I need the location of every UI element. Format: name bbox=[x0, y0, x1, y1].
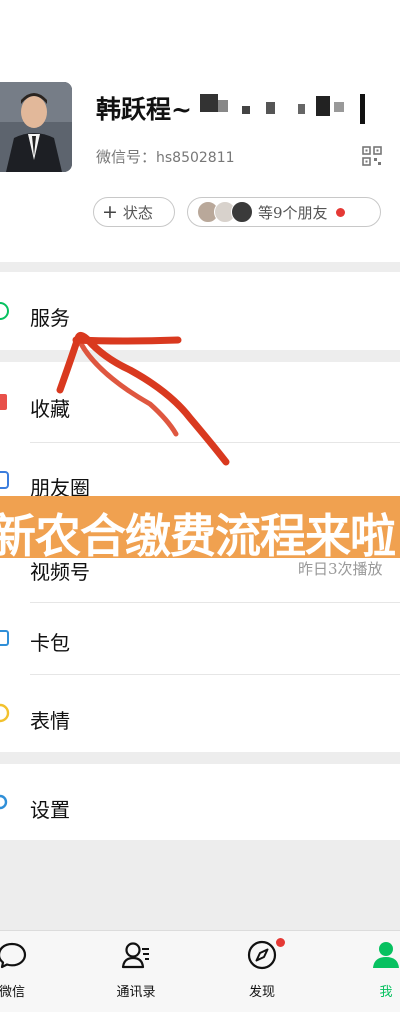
plus-icon: + bbox=[102, 201, 118, 223]
sticker-icon bbox=[0, 703, 10, 723]
services-group: 服务 bbox=[0, 272, 400, 350]
moments-icon bbox=[0, 471, 9, 489]
favorites-icon bbox=[0, 394, 7, 410]
person-icon bbox=[373, 942, 399, 968]
tab-me[interactable]: 我 bbox=[346, 931, 400, 1012]
avatar[interactable] bbox=[0, 82, 72, 172]
tab-label: 微信 bbox=[0, 985, 25, 1000]
friend-avatars bbox=[197, 201, 253, 223]
wechat-id: 微信号：hs8502811 bbox=[96, 146, 235, 167]
card-wallet-icon bbox=[0, 630, 9, 646]
wechat-id-label: 微信号： bbox=[96, 148, 157, 166]
friends-chip-label: 等9个朋友 bbox=[258, 203, 328, 222]
compass-icon bbox=[247, 940, 277, 970]
status-button-label: 状态 bbox=[122, 203, 153, 222]
menu-item-favorites[interactable]: 收藏 bbox=[0, 362, 400, 442]
tab-label: 发现 bbox=[248, 985, 275, 1000]
menu-item-label: 服务 bbox=[30, 306, 70, 330]
menu-item-label: 设置 bbox=[30, 798, 70, 822]
contacts-icon bbox=[121, 942, 149, 969]
discover-unread-dot bbox=[276, 938, 285, 947]
profile-name: 韩跃程~ bbox=[96, 95, 192, 124]
menu-item-services[interactable]: 服务 bbox=[0, 272, 400, 350]
gear-icon bbox=[0, 794, 8, 810]
menu-item-stickers[interactable]: 表情 bbox=[0, 674, 400, 752]
tab-contacts[interactable]: 通讯录 bbox=[96, 931, 176, 1012]
menu-item-label: 收藏 bbox=[30, 397, 70, 421]
add-status-button[interactable]: + 状态 bbox=[93, 197, 175, 227]
wechat-id-value: hs8502811 bbox=[156, 150, 235, 166]
menu-item-settings[interactable]: 设置 bbox=[0, 764, 400, 840]
bottom-tab-bar: 微信 通讯录 发现 我 bbox=[0, 930, 400, 1012]
overlay-caption-text: 新农合缴费流程来啦 bbox=[0, 509, 396, 558]
friends-status-chip[interactable]: 等9个朋友 bbox=[187, 197, 381, 227]
friend-avatar bbox=[231, 201, 253, 223]
menu-item-cards[interactable]: 卡包 bbox=[0, 602, 400, 682]
tab-chats[interactable]: 微信 bbox=[0, 931, 52, 1012]
chat-bubble-icon bbox=[0, 942, 27, 969]
tab-label: 我 bbox=[379, 985, 393, 1000]
menu-item-label: 视频号 bbox=[30, 560, 90, 584]
overlay-caption-banner: 新农合缴费流程来啦 bbox=[0, 496, 400, 558]
profile-header: 韩跃程~ 微信号：hs8502811 + 状态 等9个朋友 bbox=[0, 0, 400, 262]
unread-dot bbox=[335, 207, 345, 217]
tab-discover[interactable]: 发现 bbox=[222, 931, 302, 1012]
qr-code-icon[interactable] bbox=[362, 146, 382, 166]
menu-item-label: 表情 bbox=[30, 709, 70, 733]
settings-group: 设置 bbox=[0, 764, 400, 840]
services-icon bbox=[0, 302, 9, 320]
channels-play-count: 昨日3次播放 bbox=[298, 560, 383, 578]
redacted-name-mosaic bbox=[200, 94, 365, 124]
tab-label: 通讯录 bbox=[116, 985, 156, 1000]
menu-item-label: 卡包 bbox=[30, 631, 70, 655]
